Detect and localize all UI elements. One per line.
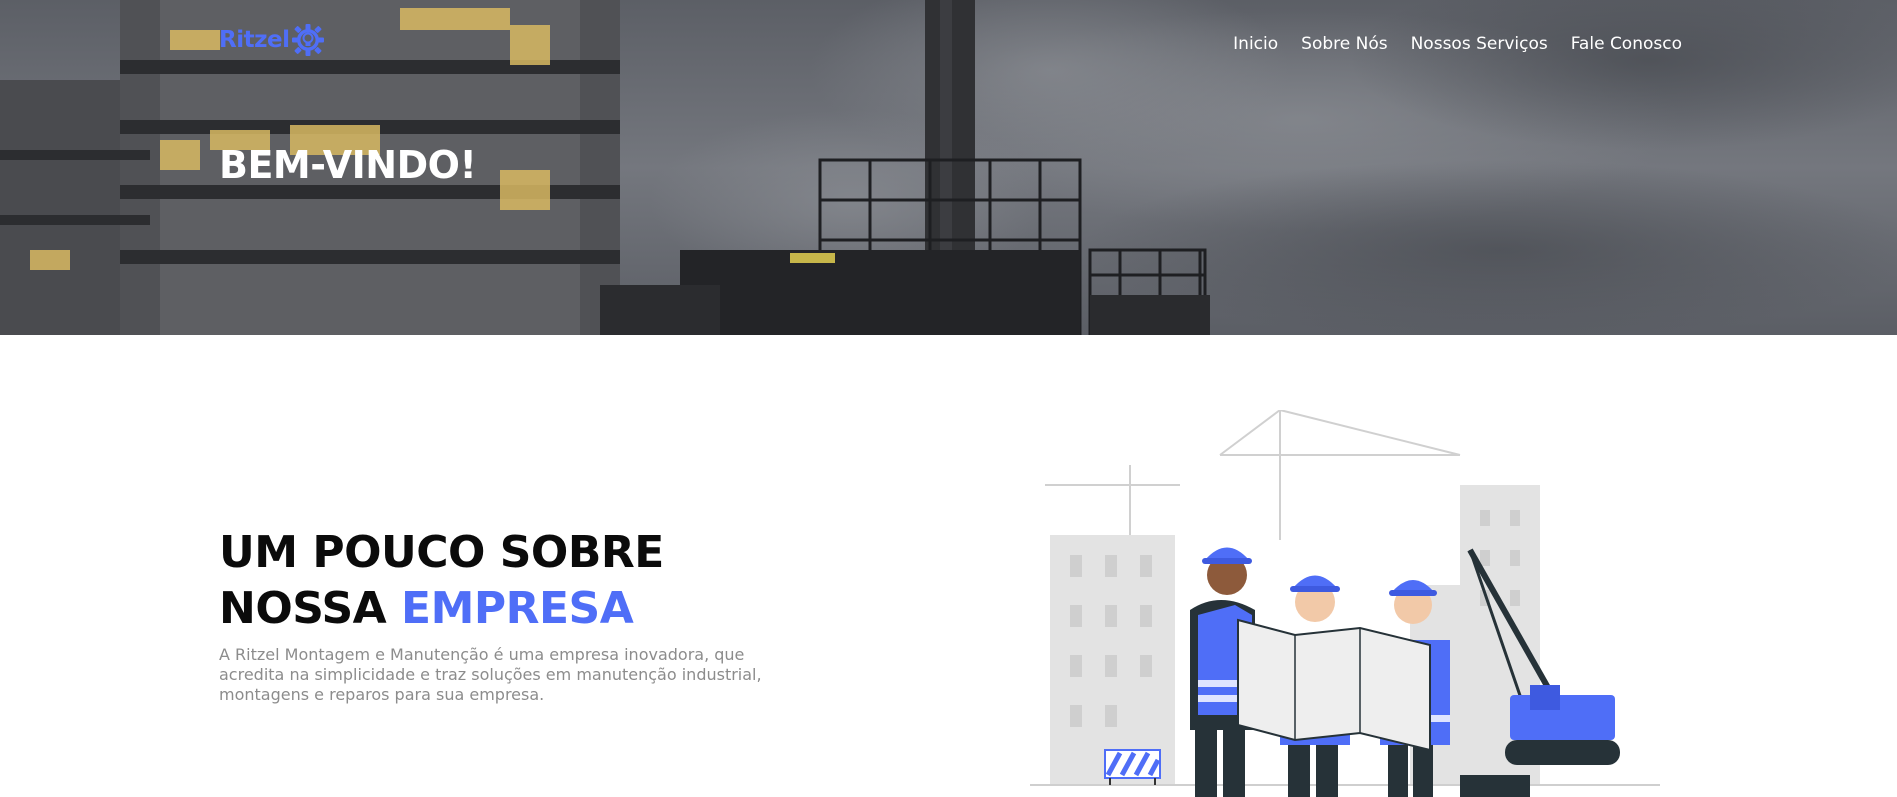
brand-logo[interactable]: Ritzel <box>219 23 325 57</box>
nav-link-fale-conosco[interactable]: Fale Conosco <box>1571 34 1682 54</box>
about-heading-line2-prefix: NOSSA <box>219 583 387 634</box>
hero-title: BEM-VINDO! <box>219 143 477 187</box>
hero-section: Ritzel Inicio Sobre Nós Nossos Serviços … <box>0 0 1897 335</box>
top-navigation: Ritzel Inicio Sobre Nós Nossos Serviços … <box>0 0 1897 90</box>
about-heading-line1: UM POUCO SOBRE <box>219 527 664 578</box>
nav-link-nossos-servicos[interactable]: Nossos Serviços <box>1411 34 1548 54</box>
brand-logo-text: Ritzel <box>219 27 290 53</box>
nav-link-inicio[interactable]: Inicio <box>1233 34 1278 54</box>
gear-bulb-icon <box>292 24 325 56</box>
main-menu: Inicio Sobre Nós Nossos Serviços Fale Co… <box>1233 34 1682 54</box>
about-heading-line2-accent: EMPRESA <box>401 583 634 634</box>
about-section: UM POUCO SOBRE NOSSA EMPRESA A Ritzel Mo… <box>0 335 1897 797</box>
about-heading: UM POUCO SOBRE NOSSA EMPRESA <box>219 525 664 637</box>
nav-link-sobre-nos[interactable]: Sobre Nós <box>1301 34 1387 54</box>
about-description: A Ritzel Montagem e Manutenção é uma emp… <box>219 645 762 704</box>
construction-workers-illustration <box>1030 410 1660 797</box>
